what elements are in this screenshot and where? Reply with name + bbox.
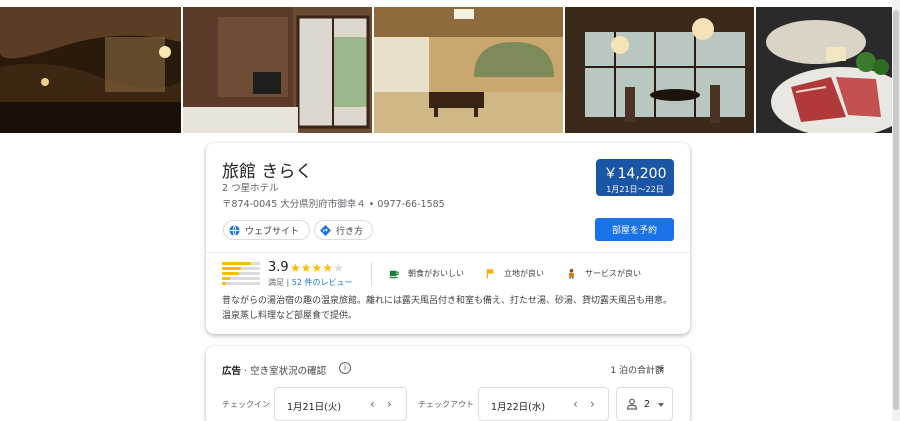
hotel-info-card: 旅館 きらく 2 つ星ホテル 〒874-0045 大分県別府市御幸４ • 097… [206, 143, 690, 334]
hotel-description: 昔ながらの湯治宿の趣の温泉旅館。離れには露天風呂付き和室も備え、打たせ湯、砂湯、… [222, 296, 673, 321]
price-total-select[interactable]: 1 泊の合計額 [610, 363, 664, 376]
rating-bar-1 [222, 282, 260, 285]
rating-bar-5 [222, 262, 260, 265]
chevron-down-icon [658, 403, 664, 407]
feature-service: サービスが良い [566, 268, 641, 279]
checkin-label: チェックイン [222, 400, 270, 409]
availability-card: 広告 · 空き室状況の確認 i 1 泊の合計額 チェックイン 1月21日(火) … [206, 346, 690, 421]
directions-button[interactable]: 行き方 [314, 220, 373, 240]
checkin-date-value: 1月21日(火) [287, 402, 342, 413]
rating-bar-fill [222, 267, 241, 270]
page-scrollbar[interactable] [892, 0, 900, 421]
availability-heading: · 空き室状況の確認 [241, 366, 327, 377]
hotel-class: 2 つ星ホテル [222, 183, 279, 194]
feature-label: 立地が良い [504, 269, 544, 278]
dining-room-photo[interactable] [565, 7, 754, 133]
rating-bar-3 [222, 272, 260, 275]
star-icon: ★ [322, 261, 334, 275]
checkin-date-field[interactable]: 1月21日(火) ‹ › [274, 387, 407, 421]
onsen-interior-photo[interactable] [0, 7, 181, 133]
price-badge[interactable]: ￥14,200 1月21日～22日 [596, 159, 674, 196]
scrollbar-thumb[interactable] [893, 10, 899, 410]
reviews-link[interactable]: 52 件のレビュー [292, 278, 353, 287]
rating-score: 3.9 [268, 260, 289, 275]
chevron-down-icon [658, 367, 664, 371]
coffee-cup-icon [389, 270, 399, 279]
availability-title: 広告 · 空き室状況の確認 [222, 363, 326, 377]
directions-icon [320, 224, 331, 236]
feature-label: サービスが良い [585, 269, 641, 278]
chevron-right-icon[interactable]: › [590, 397, 595, 411]
rating-bar-fill [222, 282, 226, 285]
wagyu-dish-photo[interactable] [756, 7, 892, 133]
rating-divider [371, 262, 372, 286]
star-icon: ★ [300, 261, 312, 275]
price-dates: 1月21日～22日 [606, 185, 664, 194]
star-icon: ★ [311, 261, 323, 275]
guest-count-select[interactable]: 2 [616, 387, 673, 421]
flag-icon [486, 268, 495, 279]
checkout-date-value: 1月22日(水) [491, 402, 546, 413]
bellhop-icon [569, 268, 574, 279]
website-label: ウェブサイト [245, 226, 300, 237]
reserve-room-button[interactable]: 部屋を予約 [595, 218, 674, 241]
rating-summary-label: 満足 [268, 278, 284, 287]
price-total-label: 1 泊の合計額 [610, 366, 664, 376]
website-button[interactable]: ウェブサイト [223, 220, 310, 240]
directions-label: 行き方 [336, 226, 364, 237]
guest-count-value: 2 [644, 399, 651, 410]
hotel-address: 〒874-0045 大分県別府市御幸４ • 0977-66-1585 [222, 199, 445, 210]
guest-room-window-photo[interactable] [183, 7, 372, 133]
hotel-name: 旅館 きらく [222, 162, 313, 182]
rating-distribution [222, 262, 260, 287]
rating-summary: 満足 | 52 件のレビュー [268, 278, 353, 287]
checkout-label: チェックアウト [418, 400, 474, 409]
photo-strip [0, 7, 892, 133]
globe-icon [229, 224, 240, 236]
rating-bar-fill [222, 262, 251, 265]
feature-label: 朝食がおいしい [408, 269, 464, 278]
chevron-left-icon[interactable]: ‹ [370, 397, 375, 411]
chevron-right-icon[interactable]: › [387, 397, 392, 411]
star-rating: ★★★★★ [290, 261, 344, 275]
star-empty-icon: ★ [333, 261, 344, 275]
tatami-room-photo[interactable] [374, 7, 563, 133]
feature-location: 立地が良い [485, 268, 544, 279]
card-divider [206, 252, 690, 253]
rating-bar-4 [222, 267, 260, 270]
person-icon [626, 398, 638, 410]
info-icon[interactable]: i [339, 362, 351, 374]
rating-bar-fill [222, 277, 230, 280]
chevron-left-icon[interactable]: ‹ [573, 397, 578, 411]
checkout-date-field[interactable]: 1月22日(水) ‹ › [478, 387, 609, 421]
ad-label: 広告 [222, 366, 242, 377]
rating-bar-fill [222, 272, 240, 275]
rating-bar-2 [222, 277, 260, 280]
star-icon: ★ [290, 261, 301, 275]
feature-breakfast: 朝食がおいしい [389, 268, 464, 279]
price-amount: ￥14,200 [603, 166, 667, 182]
